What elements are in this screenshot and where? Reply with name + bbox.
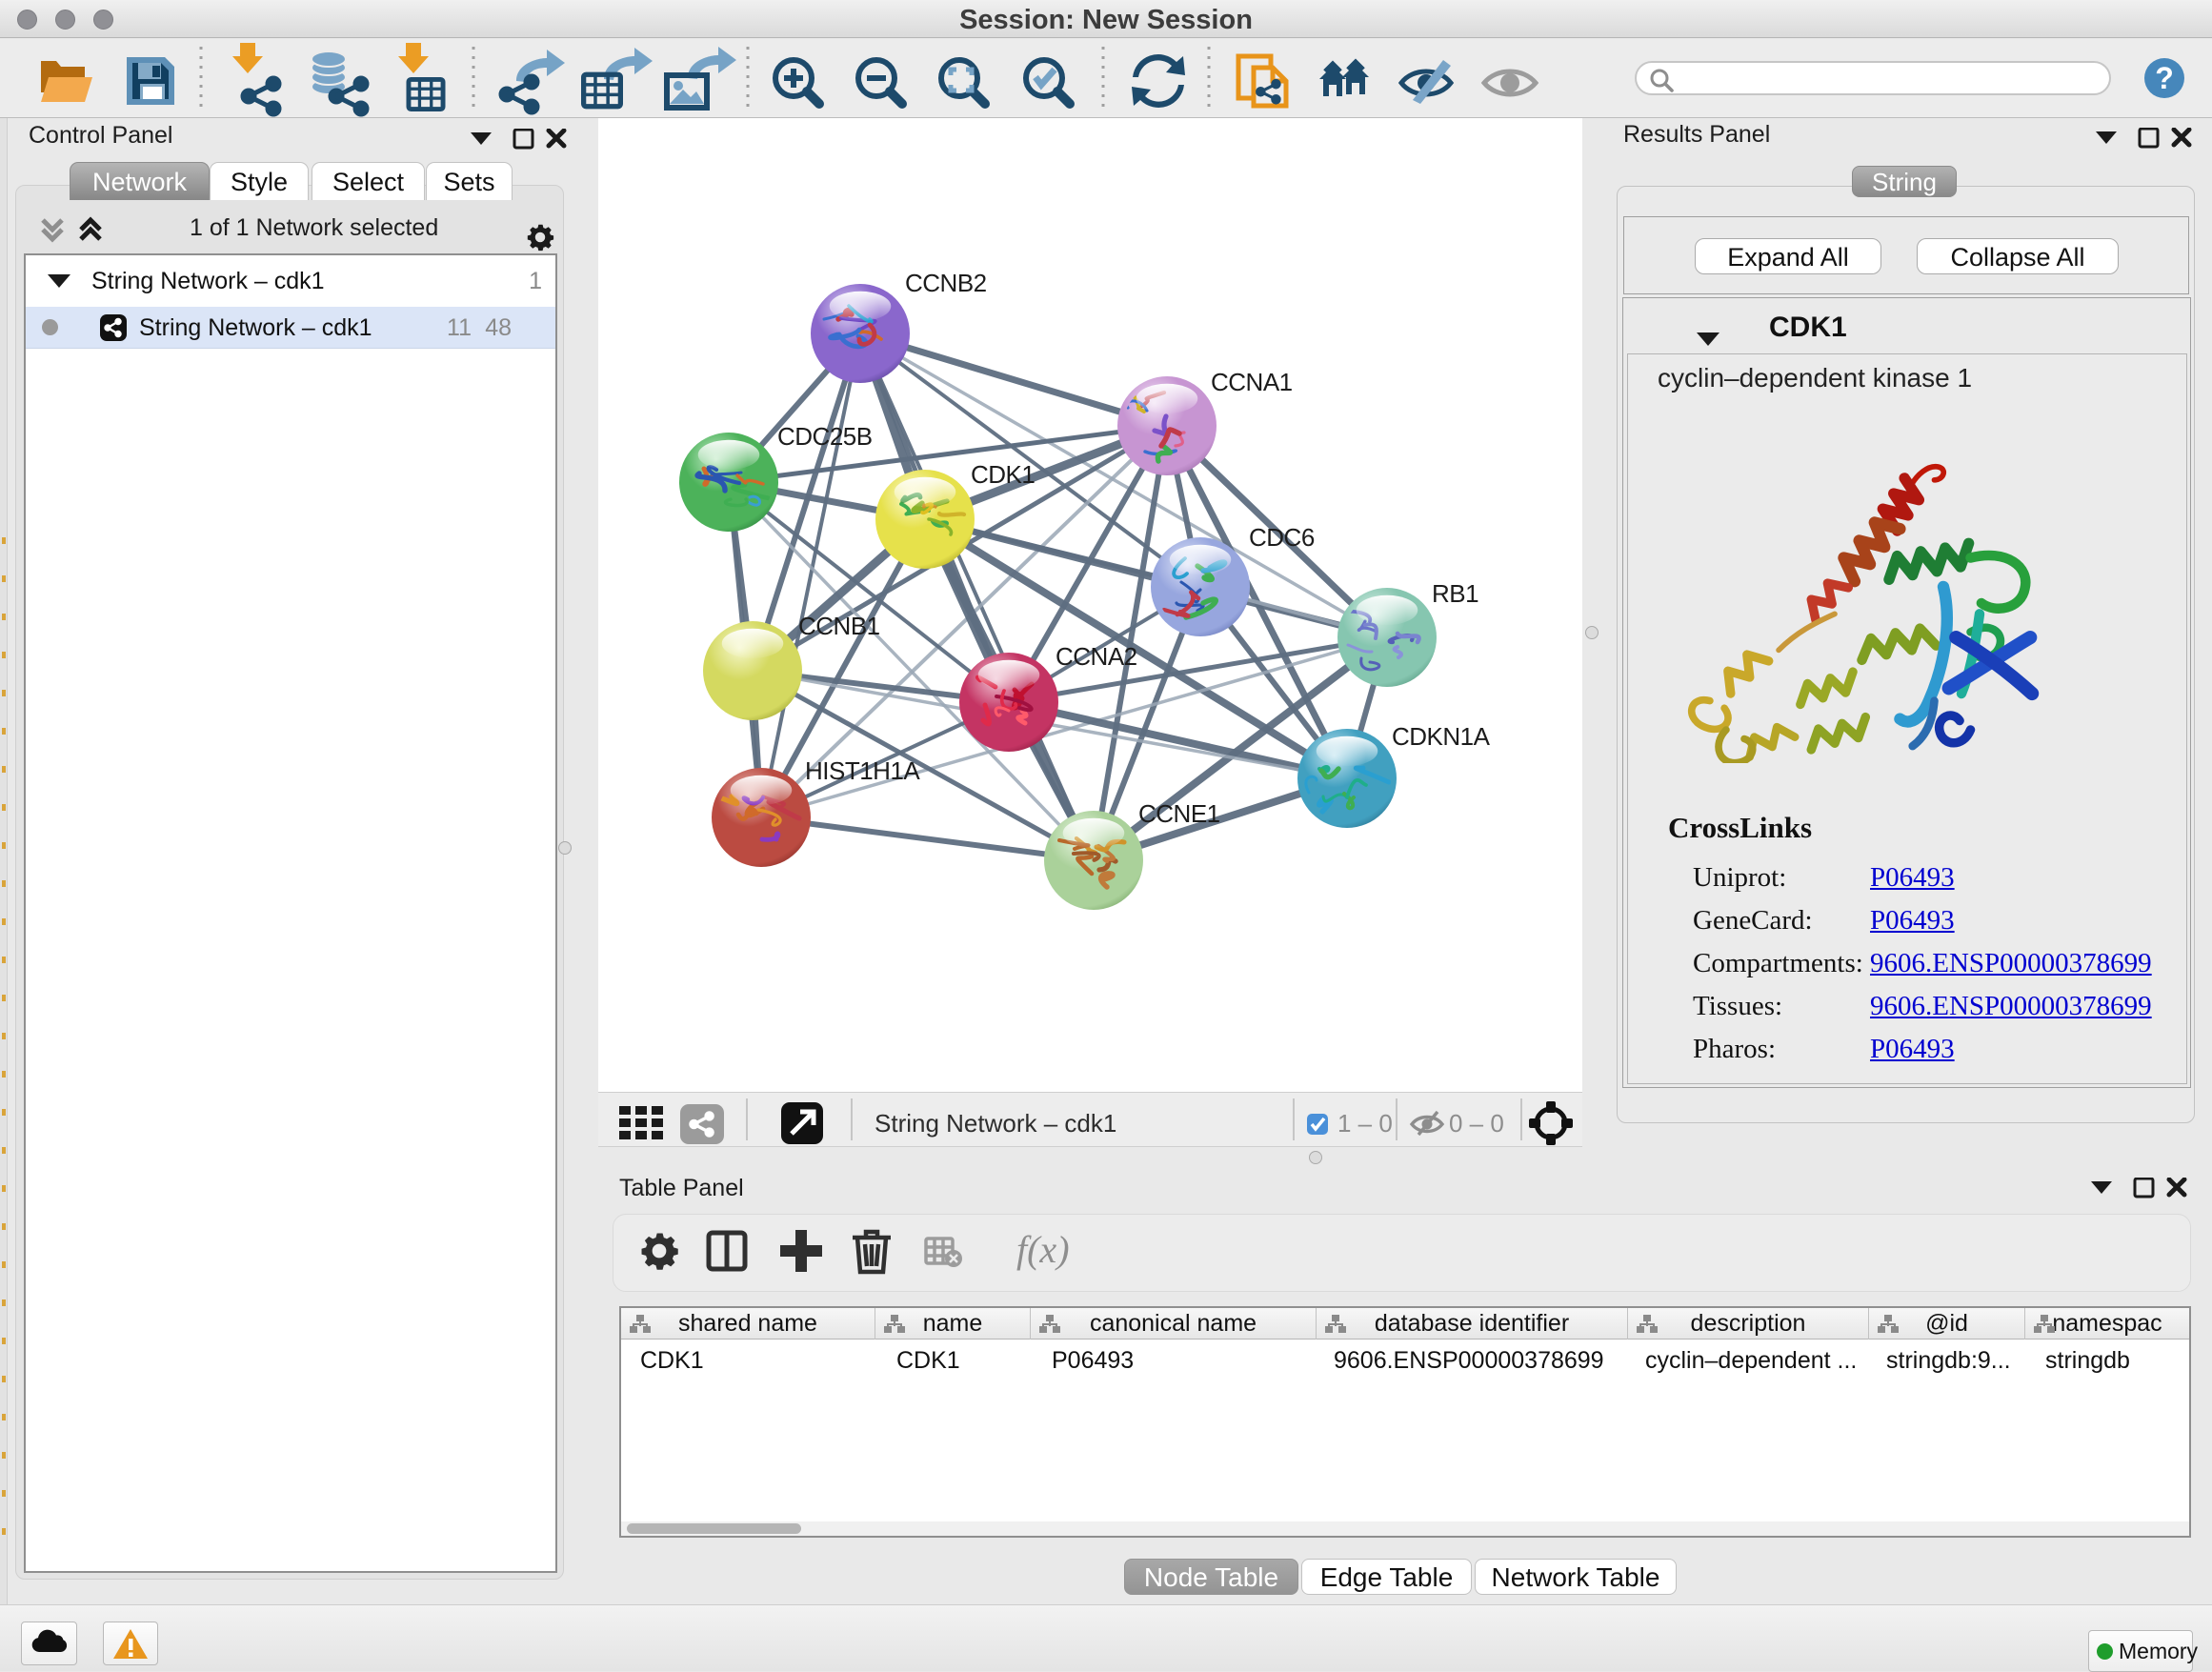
svg-text:CDKN1A: CDKN1A: [1392, 722, 1491, 751]
svg-text:1 – 0: 1 – 0: [1337, 1109, 1393, 1138]
svg-text:String Network – cdk1: String Network – cdk1: [875, 1109, 1116, 1138]
svg-text:f(x): f(x): [1016, 1228, 1070, 1271]
svg-text:0 – 0: 0 – 0: [1449, 1109, 1504, 1138]
svg-text:CDC6: CDC6: [1249, 523, 1315, 552]
svg-text:CCNB1: CCNB1: [798, 612, 880, 640]
svg-text:CCNA1: CCNA1: [1211, 368, 1293, 396]
svg-text:CCNE1: CCNE1: [1138, 799, 1220, 828]
svg-text:?: ?: [2155, 61, 2174, 95]
svg-text:RB1: RB1: [1432, 579, 1478, 608]
svg-text:CCNA2: CCNA2: [1056, 642, 1137, 671]
svg-text:CCNB2: CCNB2: [905, 269, 987, 297]
svg-text:CDC25B: CDC25B: [777, 422, 873, 451]
svg-text:HIST1H1A: HIST1H1A: [805, 756, 920, 785]
svg-text:CDK1: CDK1: [971, 460, 1035, 489]
